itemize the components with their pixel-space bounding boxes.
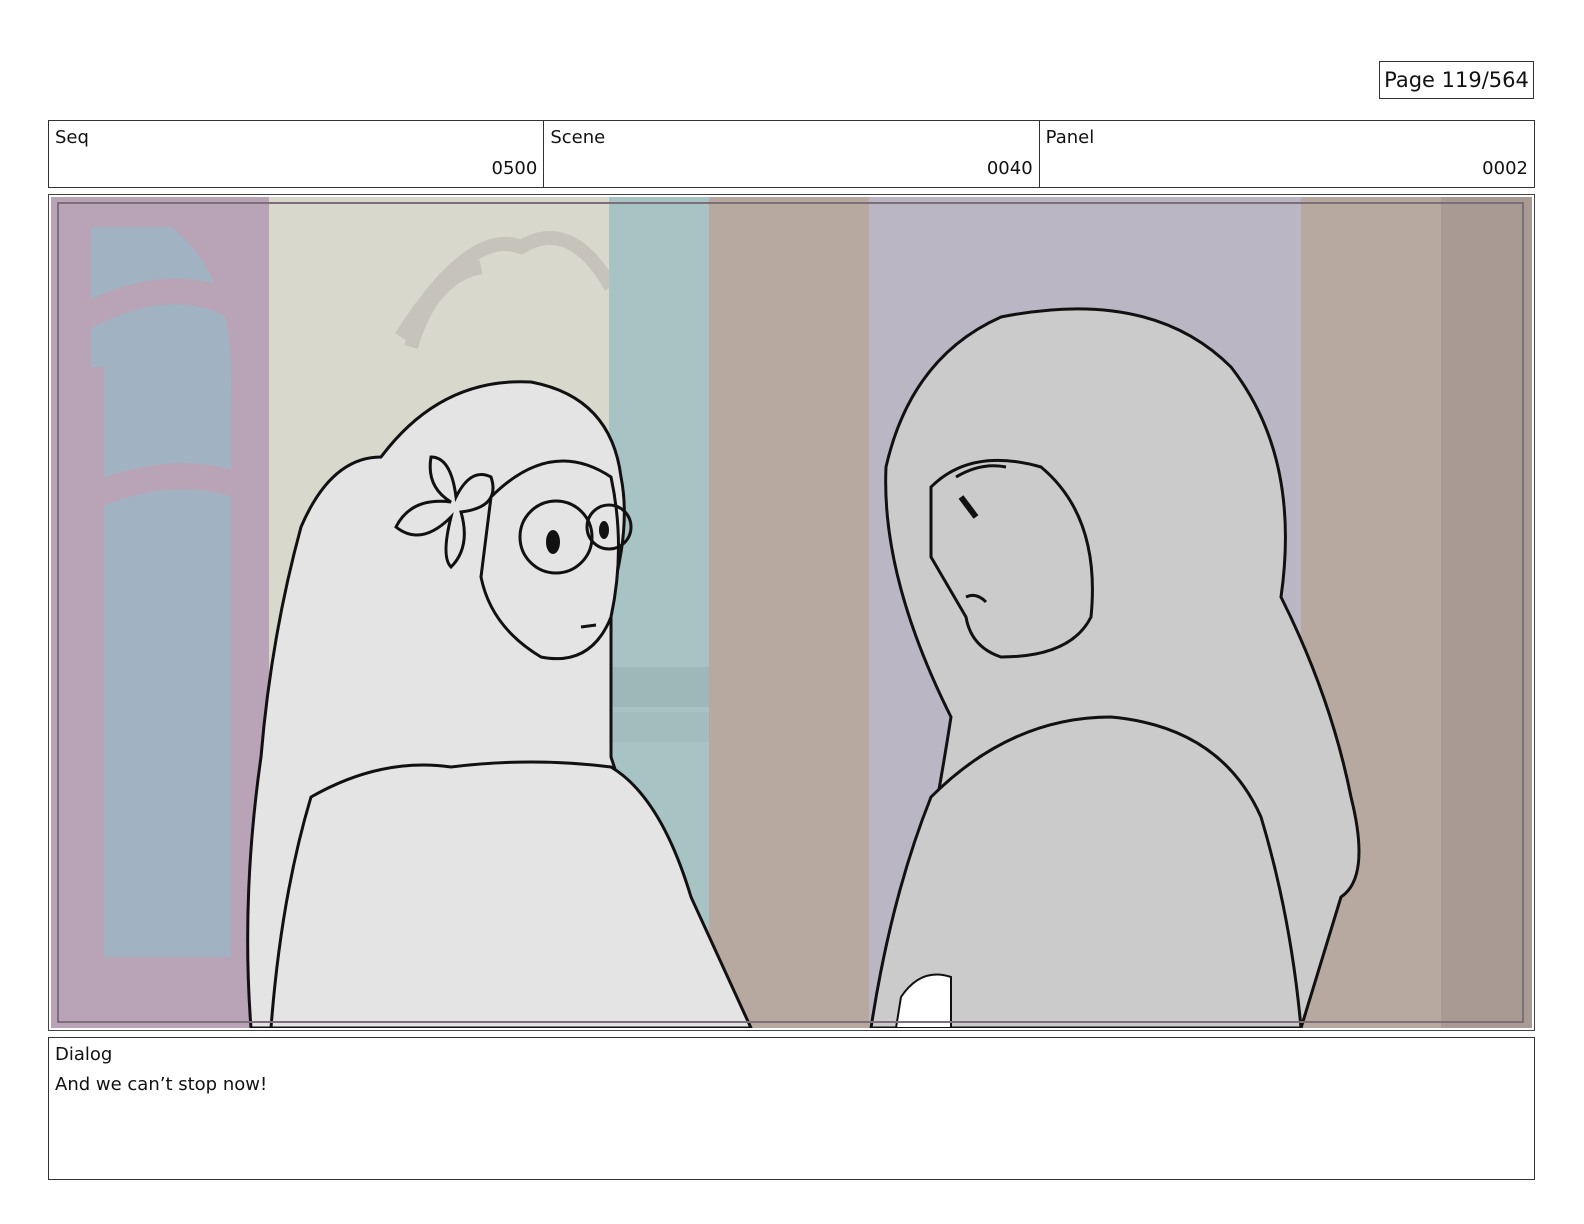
seq-cell: Seq 0500: [49, 121, 545, 187]
panel-cell: Panel 0002: [1040, 121, 1534, 187]
curtain-shadow: [1441, 197, 1532, 1028]
background-window-glass: [91, 227, 232, 957]
scene-value: 0040: [986, 158, 1033, 179]
background-curtain-left: [709, 197, 869, 1028]
scene-label: Scene: [550, 127, 606, 148]
left-character-eye: [546, 530, 560, 554]
scene-cell: Scene 0040: [544, 121, 1040, 187]
left-character-eye-far: [599, 521, 609, 539]
dialog-label: Dialog: [55, 1044, 113, 1065]
panel-value: 0002: [1482, 158, 1528, 179]
seq-value: 0500: [491, 158, 538, 179]
panel-label: Panel: [1045, 127, 1095, 148]
storyboard-panel: [48, 194, 1535, 1031]
dialog-text: And we can’t stop now!: [55, 1074, 268, 1095]
seq-label: Seq: [55, 127, 89, 148]
panel-info-header: Seq 0500 Scene 0040 Panel 0002: [48, 120, 1535, 188]
left-character-mouth: [580, 623, 597, 629]
page-number: Page 119/564: [1379, 61, 1534, 99]
dialog-box: Dialog And we can’t stop now!: [48, 1037, 1535, 1180]
panel-artwork: [51, 197, 1532, 1028]
